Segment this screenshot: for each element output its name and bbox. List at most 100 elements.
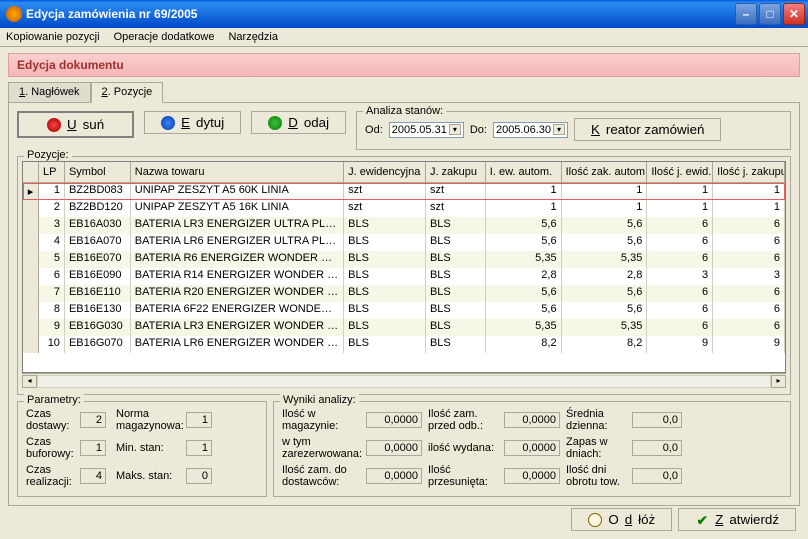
cell: 6: [647, 217, 713, 234]
cell: 8,2: [486, 336, 562, 353]
cell: EB16G030: [65, 319, 131, 336]
cell: 5,6: [562, 285, 648, 302]
cell: 6: [713, 234, 785, 251]
scroll-right-icon[interactable]: ▸: [771, 375, 786, 388]
min-value: 1: [186, 440, 212, 456]
col-symbol[interactable]: Symbol: [65, 162, 131, 182]
col-nazwa[interactable]: Nazwa towaru: [131, 162, 344, 182]
col-izak[interactable]: Ilość j. zakupu: [713, 162, 785, 182]
close-button[interactable]: ✕: [783, 3, 805, 25]
cell: 1: [486, 200, 562, 217]
clock-icon: [588, 513, 602, 527]
ilosc-mag-value: 0,0000: [366, 412, 422, 428]
kreator-button[interactable]: Kreator zamówień: [574, 118, 721, 141]
czas-real-label: Czas realizacji:: [26, 464, 74, 488]
cell: EB16A030: [65, 217, 131, 234]
table-row[interactable]: 5EB16E070BATERIA R6 ENERGIZER WONDER ULT…: [23, 251, 785, 268]
col-iea[interactable]: I. ew. autom.: [486, 162, 562, 182]
cell: 5,35: [486, 251, 562, 268]
ilosc-mag-label: Ilość w magazynie:: [282, 408, 360, 432]
table-row[interactable]: 9EB16G030BATERIA LR3 ENERGIZER WONDER GO…: [23, 319, 785, 336]
cell: 1: [486, 183, 562, 200]
col-rowselector: [23, 162, 39, 182]
cell: BATERIA LR6 ENERGIZER WONDER GO...: [131, 336, 344, 353]
od-label: Od:: [365, 124, 383, 136]
do-date-input[interactable]: 2005.06.30▾: [493, 122, 568, 138]
table-row[interactable]: 7EB16E110BATERIA R20 ENERGIZER WONDER UL…: [23, 285, 785, 302]
delete-button[interactable]: UUsuńsuń: [17, 111, 134, 138]
ilosc-dost-label: Ilość zam. do dostawców:: [282, 464, 360, 488]
cell: 2,8: [486, 268, 562, 285]
przesun-value: 0,0000: [504, 468, 560, 484]
obrot-label: Ilość dni obrotu tow.: [566, 464, 626, 488]
czas-dostawy-value: 2: [80, 412, 106, 428]
scroll-track[interactable]: [37, 375, 771, 388]
table-row[interactable]: ▸1BZ2BD083UNIPAP ZESZYT A5 60K LINIAszts…: [23, 183, 785, 200]
cell: EB16G070: [65, 336, 131, 353]
cell: BLS: [344, 285, 426, 302]
add-button[interactable]: Dodaj: [251, 111, 346, 134]
table-row[interactable]: 10EB16G070BATERIA LR6 ENERGIZER WONDER G…: [23, 336, 785, 353]
scroll-left-icon[interactable]: ◂: [22, 375, 37, 388]
col-iza[interactable]: Ilość zak. autom.: [562, 162, 648, 182]
cell: BATERIA R20 ENERGIZER WONDER UL...: [131, 285, 344, 302]
tab-naglowek[interactable]: 11. Nagłówek. Nagłówek: [8, 82, 91, 103]
row-indicator: [23, 200, 39, 217]
parametry-fieldset: Parametry: Czas dostawy: 2 Norma magazyn…: [17, 401, 267, 497]
cell: 5,35: [486, 319, 562, 336]
menu-operacje[interactable]: Operacje dodatkowe: [114, 31, 215, 43]
row-indicator: [23, 302, 39, 319]
col-jzak[interactable]: J. zakupu: [426, 162, 486, 182]
czas-buf-value: 1: [80, 440, 106, 456]
horizontal-scrollbar[interactable]: ◂ ▸: [22, 373, 786, 388]
row-indicator: [23, 319, 39, 336]
dropdown-icon[interactable]: ▾: [449, 124, 461, 135]
cell: EB16E070: [65, 251, 131, 268]
table-row[interactable]: 2BZ2BD120UNIPAP ZESZYT A5 16K LINIAsztsz…: [23, 200, 785, 217]
odloz-button[interactable]: Odłóż: [571, 508, 672, 531]
cell: BLS: [344, 217, 426, 234]
menu-narzedzia[interactable]: Narzędzia: [228, 31, 278, 43]
ilosc-przed-label: Ilość zam. przed odb.:: [428, 408, 498, 432]
cell: BLS: [426, 234, 486, 251]
edit-button[interactable]: Edytuj: [144, 111, 241, 134]
delete-icon: [47, 118, 61, 132]
cell: szt: [344, 183, 426, 200]
cell: 5,6: [486, 285, 562, 302]
norma-value: 1: [186, 412, 212, 428]
minimize-button[interactable]: –: [735, 3, 757, 25]
cell: EB16E130: [65, 302, 131, 319]
col-lp[interactable]: LP: [39, 162, 65, 182]
row-indicator: [23, 234, 39, 251]
cell: 2: [39, 200, 65, 217]
cell: EB16E110: [65, 285, 131, 302]
cell: 1: [647, 183, 713, 200]
cell: 3: [713, 268, 785, 285]
col-iew[interactable]: Ilość j. ewid.: [647, 162, 713, 182]
cell: BZ2BD083: [65, 183, 131, 200]
cell: BZ2BD120: [65, 200, 131, 217]
od-date-input[interactable]: 2005.05.31▾: [389, 122, 464, 138]
table-row[interactable]: 4EB16A070BATERIA LR6 ENERGIZER ULTRA PLU…: [23, 234, 785, 251]
cell: BLS: [344, 336, 426, 353]
tab-pozycje[interactable]: 2. Pozycje: [91, 82, 164, 103]
cell: BATERIA 6F22 ENERGIZER WONDER U...: [131, 302, 344, 319]
cell: 8,2: [562, 336, 648, 353]
table-row[interactable]: 8EB16E130BATERIA 6F22 ENERGIZER WONDER U…: [23, 302, 785, 319]
col-jew[interactable]: J. ewidencyjna: [344, 162, 426, 182]
menu-kopiowanie[interactable]: Kopiowanie pozycji: [6, 31, 100, 43]
row-indicator: [23, 251, 39, 268]
grid-body: ▸1BZ2BD083UNIPAP ZESZYT A5 60K LINIAszts…: [23, 183, 785, 353]
cell: BLS: [344, 302, 426, 319]
tab-panel-pozycje: UUsuńsuń Edytuj Dodaj Analiza stanów: Od…: [8, 102, 800, 506]
cell: 8: [39, 302, 65, 319]
table-row[interactable]: 3EB16A030BATERIA LR3 ENERGIZER ULTRA PLU…: [23, 217, 785, 234]
maximize-button[interactable]: □: [759, 3, 781, 25]
table-row[interactable]: 6EB16E090BATERIA R14 ENERGIZER WONDER UL…: [23, 268, 785, 285]
cell: BLS: [426, 268, 486, 285]
cell: 5,35: [562, 319, 648, 336]
cell: 6: [39, 268, 65, 285]
maks-value: 0: [186, 468, 212, 484]
dropdown-icon[interactable]: ▾: [553, 124, 565, 135]
zatwierdz-button[interactable]: ✔ Zatwierdź: [678, 508, 796, 531]
